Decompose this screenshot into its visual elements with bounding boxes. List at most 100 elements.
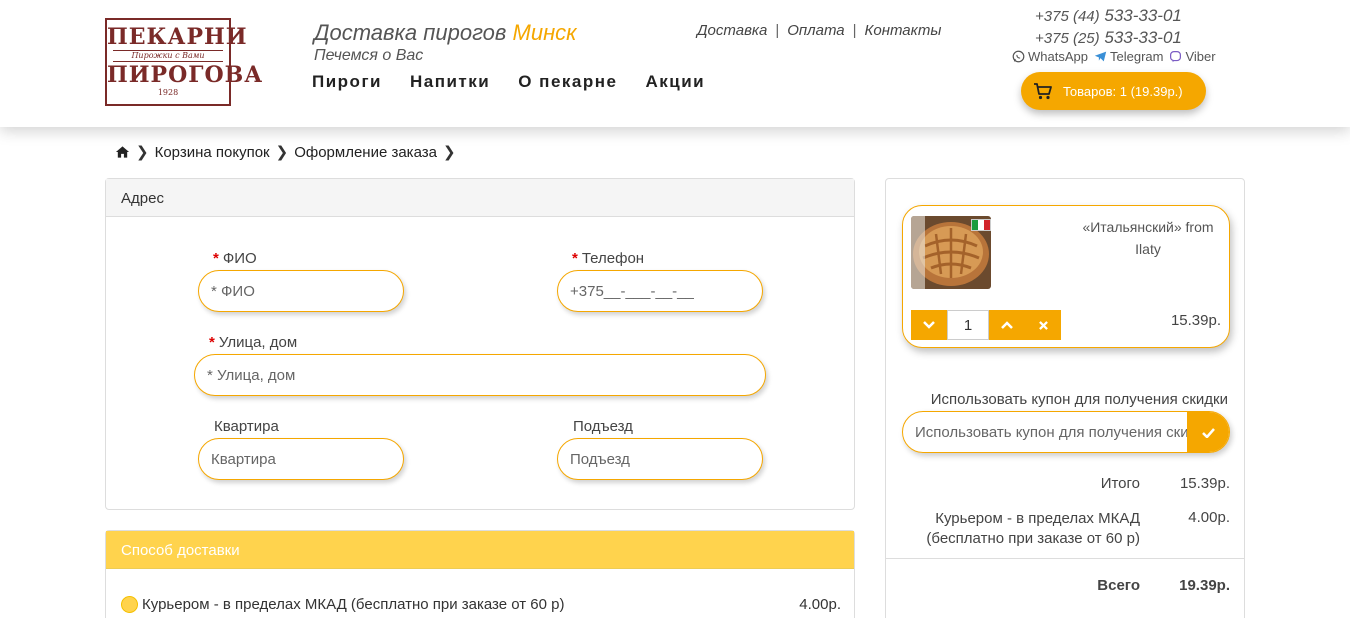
delivery-panel: Способ доставки Курьером - в пределах МК… — [105, 530, 855, 618]
breadcrumb-cart[interactable]: Корзина покупок — [155, 144, 270, 161]
address-panel: Адрес * ФИО * ФИО * Телефон +375__-___-__-… — [105, 178, 855, 510]
order-summary-panel: «Итальянский» from Ilaty 1 15.39р. Испол… — [885, 178, 1245, 618]
logo-text-bottom: ПИРОГОВА — [107, 62, 264, 88]
entrance-input[interactable]: Подъезд — [557, 438, 763, 480]
main-nav: Пироги Напитки О пекарне Акции — [312, 72, 705, 92]
remove-item-button[interactable] — [1025, 310, 1061, 340]
nav-drinks[interactable]: Напитки — [410, 72, 490, 92]
address-panel-title: Адрес — [106, 179, 854, 217]
summary-divider — [886, 558, 1244, 559]
phone-label: * Телефон — [572, 250, 644, 267]
breadcrumb: ❯ Корзина покупок ❯ Оформление заказа ❯ — [115, 143, 456, 161]
apartment-label: Квартира — [214, 418, 279, 435]
cart-icon — [1034, 83, 1052, 100]
cart-button[interactable]: Товаров: 1 (19.39р.) — [1021, 72, 1206, 110]
nav-about[interactable]: О пекарне — [518, 72, 617, 92]
cart-product-card: «Итальянский» from Ilaty 1 15.39р. — [902, 205, 1230, 348]
shipping-label-line1: Курьером - в пределах МКАД — [935, 510, 1140, 527]
chevron-down-icon — [923, 321, 935, 329]
fio-label: * ФИО — [213, 250, 257, 267]
subtotal-value: 15.39р. — [1179, 475, 1230, 492]
logo-text-top: ПЕКАРНИ — [107, 24, 248, 50]
coupon-input[interactable]: Использовать купон для получения скидки — [903, 412, 1187, 452]
delivery-option-price: 4.00р. — [799, 596, 841, 613]
delivery-option-label: Курьером - в пределах МКАД (бесплатно пр… — [142, 596, 565, 613]
required-mark: * — [213, 250, 219, 267]
chevron-right-icon: ❯ — [442, 144, 456, 161]
phone-input[interactable]: +375__-___-__-__ — [557, 270, 763, 312]
messenger-links: WhatsApp Telegram Viber — [1012, 49, 1216, 64]
shipping-label-line2: (бесплатно при заказе от 60 р) — [926, 530, 1140, 547]
whatsapp-link[interactable]: WhatsApp — [1012, 49, 1088, 64]
fio-input[interactable]: * ФИО — [198, 270, 404, 312]
shipping-label: Курьером - в пределах МКАД (бесплатно пр… — [926, 509, 1140, 549]
required-mark: * — [209, 334, 215, 351]
increase-qty-button[interactable] — [989, 310, 1025, 340]
delivery-radio[interactable] — [121, 596, 138, 613]
coupon-field: Использовать купон для получения скидки — [902, 411, 1230, 453]
site-logo[interactable]: ПЕКАРНИ Пирожки с Вами ПИРОГОВА 1928 — [105, 18, 264, 106]
chevron-right-icon: ❯ — [136, 144, 149, 161]
street-input[interactable]: * Улица, дом — [194, 354, 766, 396]
nav-delivery[interactable]: Доставка — [697, 22, 767, 39]
telegram-label: Telegram — [1109, 49, 1164, 64]
phone-2[interactable]: +375 (25) 533-33-01 — [1035, 27, 1182, 49]
top-nav: Доставка | Оплата | Контакты — [697, 22, 941, 39]
nav-separator: | — [852, 22, 857, 39]
tagline-text: Доставка пирогов — [314, 20, 513, 45]
telegram-icon — [1094, 51, 1107, 62]
nav-promos[interactable]: Акции — [645, 72, 705, 92]
breadcrumb-checkout[interactable]: Оформление заказа — [294, 144, 437, 161]
delivery-option-courier[interactable]: Курьером - в пределах МКАД (бесплатно пр… — [121, 596, 841, 613]
viber-link[interactable]: Viber — [1169, 49, 1216, 64]
logo-year: 1928 — [157, 88, 179, 97]
nav-pies[interactable]: Пироги — [312, 72, 382, 92]
apartment-input[interactable]: Квартира — [198, 438, 404, 480]
product-name-line1: «Итальянский» from — [1082, 219, 1214, 235]
site-header: ПЕКАРНИ Пирожки с Вами ПИРОГОВА 1928 Дос… — [0, 0, 1350, 127]
close-icon — [1038, 320, 1048, 330]
total-value: 19.39р. — [1179, 577, 1230, 594]
telegram-link[interactable]: Telegram — [1094, 49, 1163, 64]
coupon-label: Использовать купон для получения скидки — [930, 391, 1228, 408]
phone-2-code: +375 (25) — [1035, 30, 1100, 47]
delivery-panel-title: Способ доставки — [106, 531, 854, 569]
chevron-right-icon: ❯ — [275, 144, 289, 161]
subtagline: Печемся о Вас — [314, 47, 424, 64]
required-mark: * — [572, 250, 578, 267]
viber-icon — [1170, 51, 1182, 63]
phone-label-text: Телефон — [581, 250, 645, 267]
phone-1-number: 533-33-01 — [1104, 6, 1182, 25]
subtotal-label: Итого — [1100, 475, 1140, 492]
tagline-city: Минск — [512, 20, 577, 45]
logo-text-mid: Пирожки с Вами — [113, 50, 223, 62]
shipping-value: 4.00р. — [1188, 509, 1230, 526]
apply-coupon-button[interactable] — [1187, 412, 1229, 452]
phone-2-number: 533-33-01 — [1104, 28, 1182, 47]
product-name-line2: Ilaty — [1135, 241, 1161, 257]
whatsapp-icon — [1012, 50, 1025, 63]
whatsapp-label: WhatsApp — [1028, 49, 1088, 64]
street-label-text: Улица, дом — [218, 334, 298, 351]
tagline: Доставка пирогов Минск — [314, 20, 577, 46]
nav-payment[interactable]: Оплата — [787, 22, 844, 39]
product-price: 15.39р. — [1170, 312, 1221, 329]
viber-label: Viber — [1185, 49, 1216, 64]
nav-contacts[interactable]: Контакты — [865, 22, 942, 39]
entrance-label: Подъезд — [573, 418, 633, 435]
home-icon[interactable] — [115, 145, 130, 159]
total-label: Всего — [1097, 577, 1140, 594]
quantity-input[interactable]: 1 — [947, 310, 989, 340]
product-name[interactable]: «Итальянский» from Ilaty — [1073, 216, 1223, 260]
cart-summary: Товаров: 1 (19.39р.) — [1063, 83, 1183, 99]
fio-label-text: ФИО — [222, 250, 257, 267]
checkmark-icon — [1201, 428, 1215, 438]
decrease-qty-button[interactable] — [911, 310, 947, 340]
phone-1-code: +375 (44) — [1035, 8, 1100, 25]
phone-list: +375 (44) 533-33-01 +375 (25) 533-33-01 — [1035, 5, 1182, 49]
chevron-up-icon — [1001, 321, 1013, 329]
italy-flag-icon — [971, 219, 991, 231]
phone-1[interactable]: +375 (44) 533-33-01 — [1035, 5, 1182, 27]
quantity-stepper: 1 — [911, 310, 1061, 340]
nav-separator: | — [775, 22, 780, 39]
